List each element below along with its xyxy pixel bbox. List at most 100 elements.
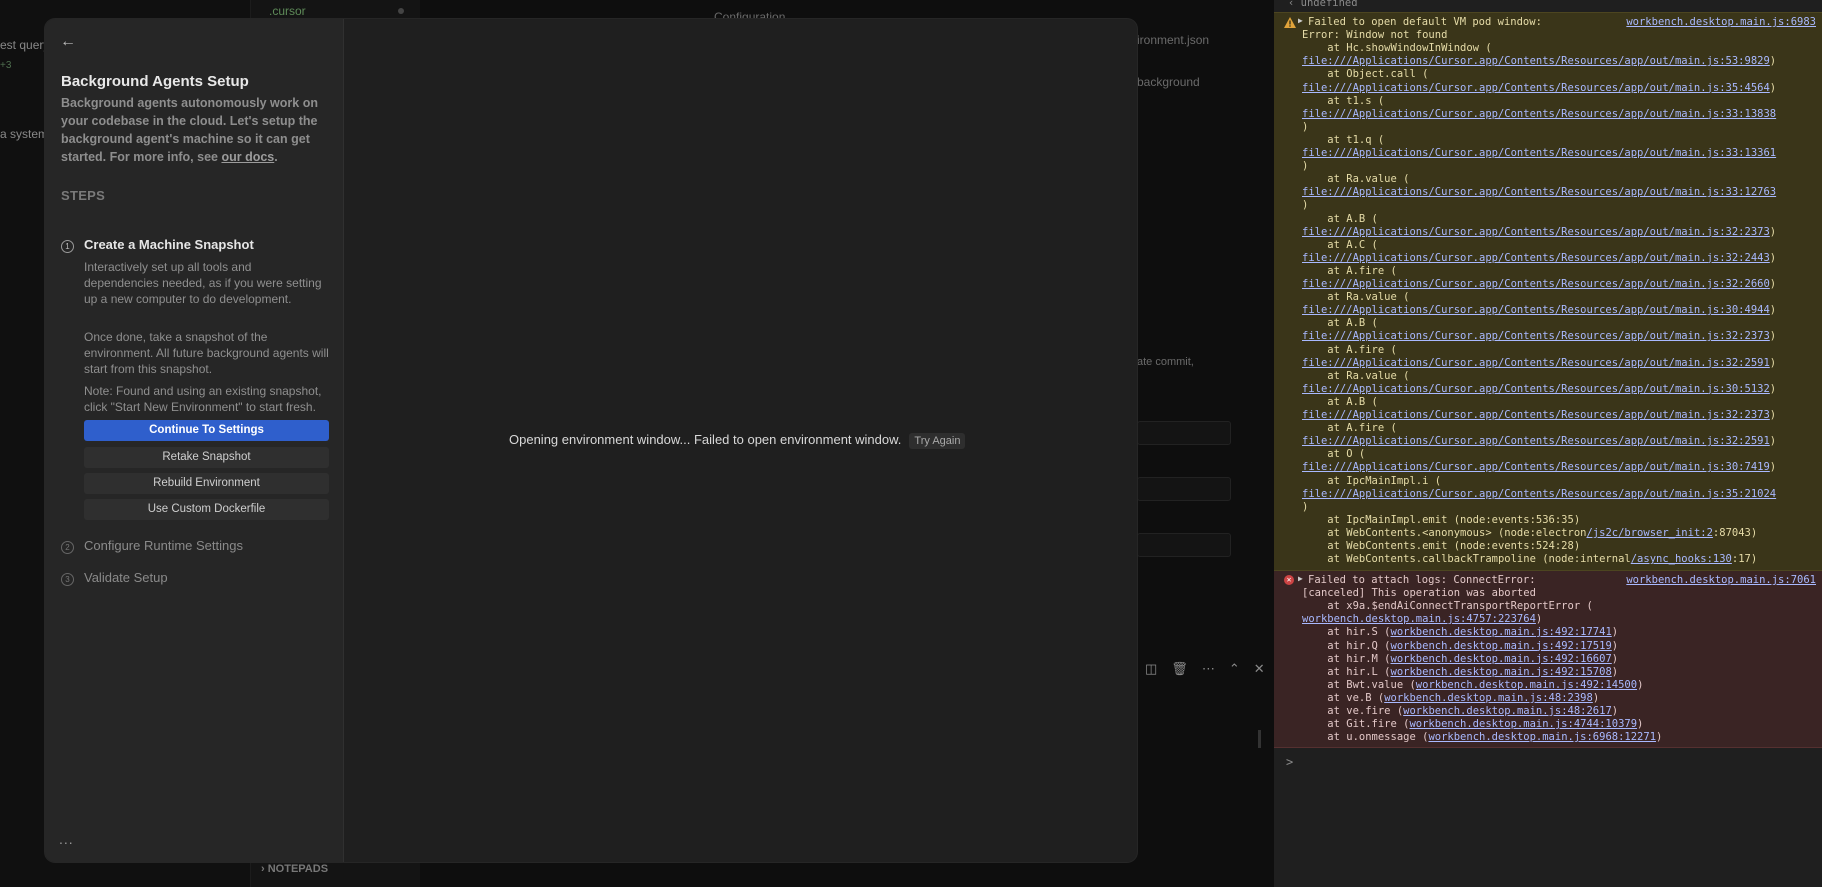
stack-link[interactable]: file:///Applications/Cursor.app/Contents… xyxy=(1302,357,1770,369)
stack-link[interactable]: file:///Applications/Cursor.app/Contents… xyxy=(1302,461,1770,473)
console-line-text: at WebContents.emit (node:events:524:28) xyxy=(1302,540,1581,552)
chevron-up-icon[interactable]: ⌃ xyxy=(1229,661,1240,676)
console-line-text: ) xyxy=(1302,500,1309,513)
stack-link[interactable]: workbench.desktop.main.js:492:16607 xyxy=(1391,653,1612,665)
scrollbar[interactable] xyxy=(1258,730,1261,748)
stack-link[interactable]: file:///Applications/Cursor.app/Contents… xyxy=(1302,304,1770,316)
step-number-icon: 3 xyxy=(61,573,74,586)
split-icon[interactable]: ◫ xyxy=(1145,661,1157,676)
explorer-folder[interactable]: .cursor xyxy=(269,4,306,18)
editor-text: ate commit, xyxy=(1137,356,1194,368)
use-custom-dockerfile-button[interactable]: Use Custom Dockerfile xyxy=(84,499,329,520)
stack-link[interactable]: file:///Applications/Cursor.app/Contents… xyxy=(1302,252,1770,264)
explorer-section-notepads[interactable]: › NOTEPADS xyxy=(261,863,328,875)
devtools-console: ‹ undefined ▶ workbench.desktop.main.js:… xyxy=(1274,0,1822,887)
stack-link[interactable]: file:///Applications/Cursor.app/Contents… xyxy=(1302,409,1770,421)
stack-link[interactable]: file:///Applications/Cursor.app/Contents… xyxy=(1302,488,1776,500)
console-line-text: at IpcMainImpl.i ( xyxy=(1302,474,1442,487)
console-line: file:///Applications/Cursor.app/Contents… xyxy=(1302,55,1776,67)
console-line: at Bwt.value (workbench.desktop.main.js:… xyxy=(1302,679,1643,691)
step-paragraph: Note: Found and using an existing snapsh… xyxy=(84,384,322,414)
console-line-text: ) xyxy=(1302,160,1309,173)
stack-link[interactable]: workbench.desktop.main.js:6968:12271 xyxy=(1428,731,1656,743)
console-line-text: ) xyxy=(1535,613,1543,626)
warning-source-link[interactable]: workbench.desktop.main.js:6983 xyxy=(1626,16,1816,28)
console-line: file:///Applications/Cursor.app/Contents… xyxy=(1302,488,1776,500)
stack-link[interactable]: file:///Applications/Cursor.app/Contents… xyxy=(1302,330,1770,342)
period: . xyxy=(274,150,278,164)
steps-heading: STEPS xyxy=(61,188,106,203)
console-line: ) xyxy=(1302,121,1308,133)
console-line-text: ) xyxy=(1611,652,1619,665)
more-options-icon[interactable]: ... xyxy=(59,831,74,847)
console-line: at A.B ( xyxy=(1302,317,1378,329)
console-line-text: ) xyxy=(1769,251,1777,264)
bg-input-field xyxy=(1137,533,1231,557)
stack-link[interactable]: file:///Applications/Cursor.app/Contents… xyxy=(1302,226,1770,238)
close-icon[interactable]: ✕ xyxy=(1254,661,1265,676)
stack-link[interactable]: workbench.desktop.main.js:48:2398 xyxy=(1384,692,1593,704)
bg-snippet: +3 xyxy=(0,60,12,71)
stack-link[interactable]: file:///Applications/Cursor.app/Contents… xyxy=(1302,435,1770,447)
stack-link[interactable]: file:///Applications/Cursor.app/Contents… xyxy=(1302,278,1770,290)
trash-icon[interactable]: 🗑 xyxy=(1171,661,1188,676)
expand-triangle-icon[interactable]: ▶ xyxy=(1298,574,1303,583)
stack-link[interactable]: workbench.desktop.main.js:492:17741 xyxy=(1391,626,1612,638)
console-line-text: at hir.Q ( xyxy=(1302,639,1391,652)
stack-link[interactable]: workbench.desktop.main.js:492:17519 xyxy=(1391,640,1612,652)
console-line-text: ) xyxy=(1769,461,1777,474)
console-top-line: ‹ undefined xyxy=(1288,0,1358,9)
console-line: at WebContents.<anonymous> (node:electro… xyxy=(1302,527,1757,539)
error-icon: ✕ xyxy=(1284,575,1294,585)
continue-to-settings-button[interactable]: Continue To Settings xyxy=(84,420,329,441)
console-line: at hir.S (workbench.desktop.main.js:492:… xyxy=(1302,626,1618,638)
stack-link[interactable]: file:///Applications/Cursor.app/Contents… xyxy=(1302,108,1776,120)
stack-link[interactable]: file:///Applications/Cursor.app/Contents… xyxy=(1302,55,1770,67)
warning-icon xyxy=(1284,17,1296,28)
console-line-text: at Git.fire ( xyxy=(1302,718,1410,731)
console-line-text: ) xyxy=(1592,691,1600,704)
stack-link[interactable]: workbench.desktop.main.js:492:15708 xyxy=(1391,666,1612,678)
expand-triangle-icon[interactable]: ▶ xyxy=(1298,16,1303,25)
step-title: Create a Machine Snapshot xyxy=(84,237,254,252)
console-line-text: ) xyxy=(1611,705,1619,717)
try-again-button[interactable]: Try Again xyxy=(909,433,966,449)
console-line: at t1.q ( xyxy=(1302,134,1384,146)
stack-link[interactable]: /async_hooks:130 xyxy=(1631,553,1732,565)
docs-link[interactable]: our docs xyxy=(221,150,274,164)
stack-link[interactable]: workbench.desktop.main.js:492:14500 xyxy=(1416,679,1637,691)
console-line: at Git.fire (workbench.desktop.main.js:4… xyxy=(1302,718,1643,730)
back-arrow-icon[interactable]: ← xyxy=(60,33,76,51)
console-line-text: at A.B ( xyxy=(1302,317,1378,330)
console-line-text: at x9a.$endAiConnectTransportReportError… xyxy=(1302,600,1593,613)
rebuild-environment-button[interactable]: Rebuild Environment xyxy=(84,473,329,494)
stack-link[interactable]: workbench.desktop.main.js:48:2617 xyxy=(1403,705,1612,717)
console-prompt[interactable]: > xyxy=(1286,755,1293,769)
console-line-text: at Hc.showWindowInWindow ( xyxy=(1302,42,1492,55)
console-line-text: ) xyxy=(1656,731,1663,744)
step-number-icon: 1 xyxy=(61,240,74,253)
console-line: file:///Applications/Cursor.app/Contents… xyxy=(1302,461,1776,473)
console-line-text: ) xyxy=(1769,225,1777,238)
stack-link[interactable]: file:///Applications/Cursor.app/Contents… xyxy=(1302,186,1776,198)
panel-toolbar: ◫ 🗑 ⋯ ⌃ ✕ xyxy=(1145,661,1279,677)
stack-link[interactable]: file:///Applications/Cursor.app/Contents… xyxy=(1302,82,1770,94)
console-line-text: at u.onmessage ( xyxy=(1302,731,1429,744)
console-line-text: at A.B ( xyxy=(1302,395,1378,408)
stack-link[interactable]: file:///Applications/Cursor.app/Contents… xyxy=(1302,147,1776,159)
stack-link[interactable]: workbench.desktop.main.js:4744:10379 xyxy=(1409,718,1637,730)
error-source-link[interactable]: workbench.desktop.main.js:7061 xyxy=(1626,574,1816,586)
console-line-text: ) xyxy=(1769,55,1777,68)
retake-snapshot-button[interactable]: Retake Snapshot xyxy=(84,447,329,468)
more-icon[interactable]: ⋯ xyxy=(1202,661,1215,676)
editor-file-tab[interactable]: ironment.json xyxy=(1137,33,1209,47)
console-line-text: ) xyxy=(1611,665,1619,678)
console-line: at u.onmessage (workbench.desktop.main.j… xyxy=(1302,731,1662,743)
stack-link[interactable]: file:///Applications/Cursor.app/Contents… xyxy=(1302,383,1770,395)
bg-input-field xyxy=(1137,421,1231,445)
description-text: Background agents autonomously work on y… xyxy=(61,96,318,164)
console-line: at hir.L (workbench.desktop.main.js:492:… xyxy=(1302,666,1618,678)
stack-link[interactable]: workbench.desktop.main.js:4757:223764 xyxy=(1302,613,1536,625)
step-paragraph: Interactively set up all tools and depen… xyxy=(84,260,322,306)
stack-link[interactable]: /js2c/browser_init:2 xyxy=(1586,527,1712,539)
